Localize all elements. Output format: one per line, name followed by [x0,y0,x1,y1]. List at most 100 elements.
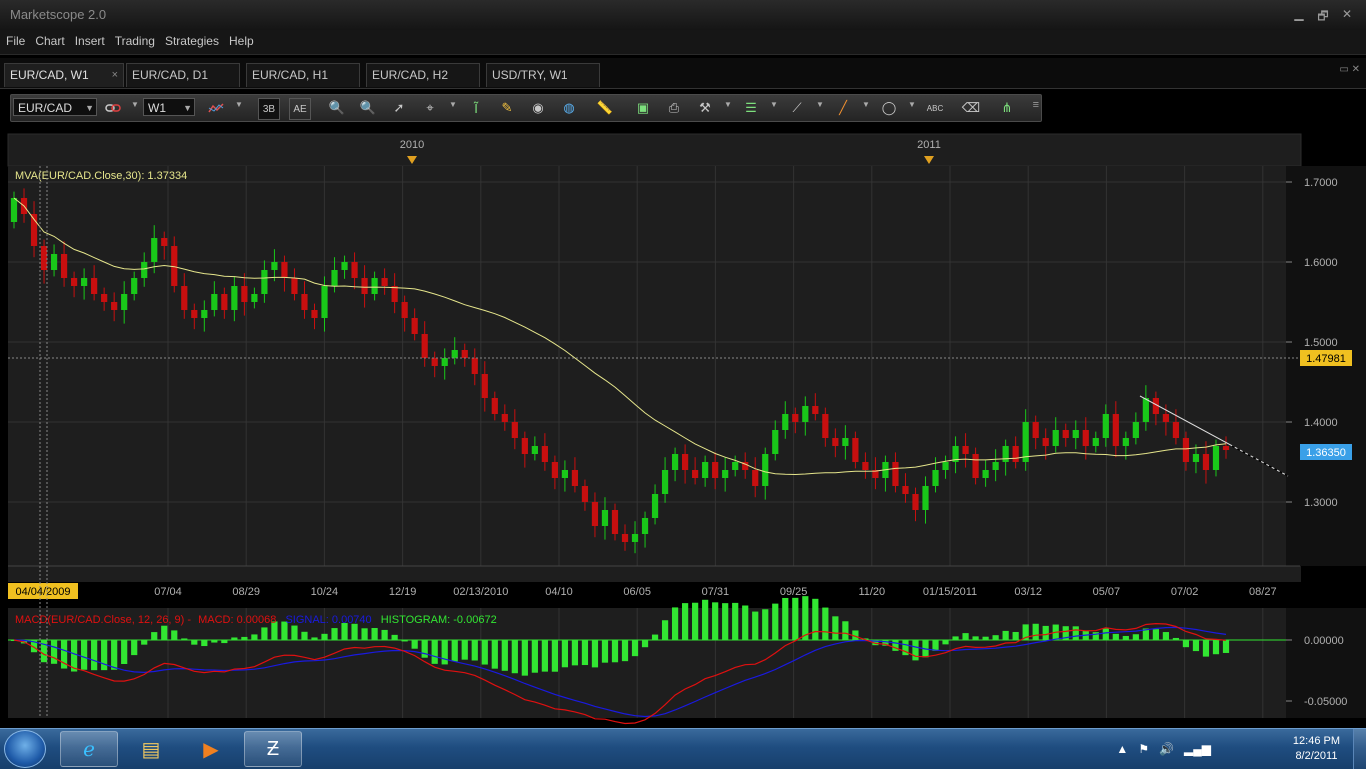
crosshair-icon[interactable]: ⌖ [420,98,440,118]
tab-eurcad-h2[interactable]: EUR/CAD, H2 [366,63,480,87]
menu-help[interactable]: Help [225,30,258,52]
network-icon[interactable]: ▂▄▆ [1184,742,1211,756]
chevron-down-icon[interactable]: ▼ [816,100,824,109]
histogram-bar [171,630,178,640]
zoom-out-icon[interactable]: 🔍 [358,98,378,118]
zoom-in-icon[interactable]: 🔍 [327,98,347,118]
candle-body [531,446,538,454]
histogram-bar [441,640,448,665]
candle-body [111,302,118,310]
cursor-icon[interactable]: ➚ [389,98,409,118]
globe-icon[interactable]: ◍ [559,98,579,118]
candle-body [1012,446,1019,462]
period-value: W1 [148,101,166,115]
candle-body [1102,414,1109,438]
candle-body [852,438,859,462]
bar-style-icon[interactable]: 3B [258,98,280,120]
clock-date: 8/2/2011 [1295,750,1338,762]
candle-body [70,278,78,286]
eye-icon[interactable]: ◉ [528,98,548,118]
histogram-bar [241,636,248,640]
start-button[interactable] [4,730,46,768]
menu-insert[interactable]: Insert [71,30,109,52]
eraser-icon[interactable]: ⌫ [961,98,981,118]
candle-body [401,302,408,318]
minimize-icon[interactable]: ▁ [1292,7,1306,28]
candle-body [311,310,318,318]
candle-body [451,350,458,358]
clock[interactable]: 12:46 PM 8/2/2011 [1293,734,1340,764]
menu-chart[interactable]: Chart [31,30,68,52]
title-bar: Marketscope 2.0 ▁ 🗗 ✕ [0,0,1366,30]
histogram-bar [802,596,809,640]
candle-body [682,454,689,470]
chevron-down-icon[interactable]: ▼ [862,100,870,109]
channel-icon[interactable]: ☰ [741,98,761,118]
histogram-bar [932,640,939,651]
chevron-down-icon[interactable]: ▼ [131,100,139,109]
candle-body [1142,398,1149,422]
histogram-bar [431,640,438,664]
macd-tick-label: 0.00000 [1304,635,1344,647]
marketscope-app-icon[interactable]: Ƶ [244,731,302,767]
menu-strategies[interactable]: Strategies [161,30,223,52]
date-label: 07/02 [1171,586,1199,598]
internet-explorer-icon[interactable]: ℯ [60,731,118,767]
ruler-icon[interactable]: 📏 [595,98,615,118]
candle-body [391,286,398,302]
show-desktop-button[interactable] [1353,729,1366,769]
tab-close-icon[interactable]: × [112,64,118,86]
chevron-down-icon[interactable]: ▼ [770,100,778,109]
menu-file[interactable]: File [2,30,29,52]
action-center-icon[interactable]: ⚑ [1138,742,1149,756]
close-icon[interactable]: ✕ [1340,7,1354,28]
tab-usdtry-w1[interactable]: USD/TRY, W1 [486,63,600,87]
candle-body [511,422,518,438]
indicator-icon[interactable]: Ĩ [466,98,486,118]
histogram-bar [311,637,318,640]
symbol-select[interactable]: EUR/CAD ▼ [13,98,97,116]
restore-icon[interactable]: 🗗 [1316,7,1330,28]
link-icon[interactable] [103,98,123,118]
candle-body [1022,422,1029,462]
tab-window-controls[interactable]: ▭ ✕ [1339,64,1360,75]
candle-style-icon[interactable]: AE [289,98,311,120]
chevron-down-icon[interactable]: ▼ [908,100,916,109]
menu-trading[interactable]: Trading [111,30,159,52]
objects-icon[interactable]: ⋔ [997,98,1017,118]
pencil-icon[interactable]: ╱ [833,98,853,118]
print-icon[interactable]: ⎙ [664,98,684,118]
tools-icon[interactable]: ⚒ [695,98,715,118]
edit-icon[interactable]: ✎ [497,98,517,118]
toolbar-more-icon[interactable]: ≡ [1033,99,1039,111]
period-select[interactable]: W1 ▼ [143,98,195,116]
candle-body [1212,446,1220,470]
histogram-bar [722,603,729,640]
chevron-down-icon[interactable]: ▼ [724,100,732,109]
date-label: 02/13/2010 [453,586,508,598]
chart-type-icon[interactable] [206,98,226,118]
tray-expand-icon[interactable]: ▲ [1116,742,1128,756]
image-icon[interactable]: ▣ [633,98,653,118]
chart-area[interactable]: 2010 2011 MVA(EUR/CAD.Close,30): 1.37334… [0,124,1366,728]
histogram-bar [772,603,779,640]
histogram-bar [141,640,148,645]
price-tick-label: 1.7000 [1304,177,1338,189]
histogram-bar [1162,632,1170,640]
ellipse-icon[interactable]: ◯ [879,98,899,118]
candle-body [1172,422,1180,438]
explorer-folder-icon[interactable]: ▤ [122,731,180,767]
fan-icon[interactable]: ⟋ [787,98,807,118]
candle-body [862,462,869,470]
tab-eurcad-w1[interactable]: EUR/CAD, W1 × [4,63,124,87]
chevron-down-icon[interactable]: ▼ [235,100,243,109]
volume-icon[interactable]: 🔊 [1159,742,1174,756]
chevron-down-icon[interactable]: ▼ [449,100,457,109]
tab-label: EUR/CAD, H2 [372,68,449,82]
histogram-bar [1212,640,1220,655]
tab-eurcad-h1[interactable]: EUR/CAD, H1 [246,63,360,87]
text-icon[interactable]: ABC [925,98,945,118]
histogram-legend-value: HISTOGRAM: -0.00672 [381,614,497,626]
media-player-icon[interactable]: ▶ [182,731,240,767]
tab-eurcad-d1[interactable]: EUR/CAD, D1 [126,63,240,87]
